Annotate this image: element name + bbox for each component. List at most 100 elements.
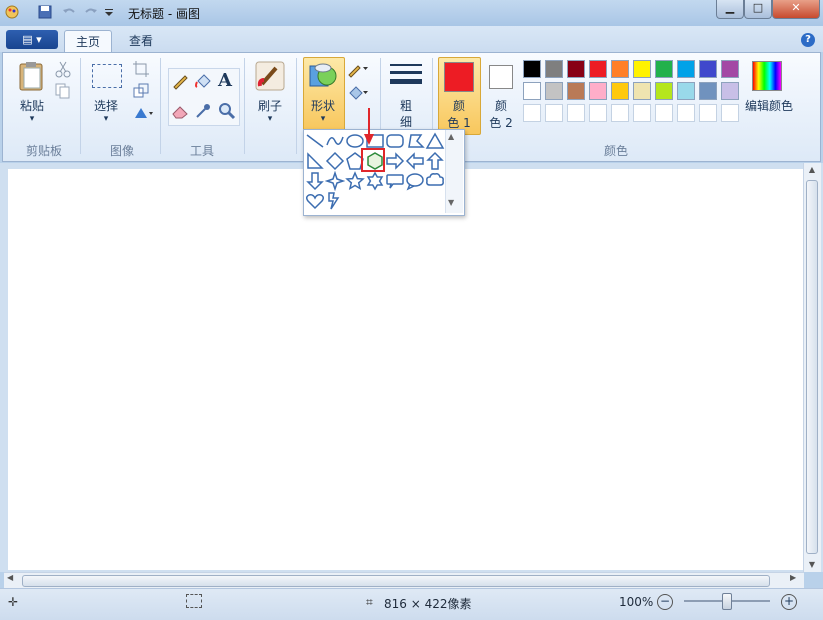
copy-icon[interactable]: [54, 82, 72, 100]
palette-swatch[interactable]: [523, 60, 541, 78]
shape-lightning-icon[interactable]: [325, 191, 345, 211]
palette-swatch[interactable]: [589, 82, 607, 100]
select-dropdown-icon[interactable]: ▾: [100, 114, 112, 124]
shape-down-arrow-icon[interactable]: [305, 171, 325, 191]
select-button[interactable]: 选择: [88, 97, 124, 114]
palette-swatch[interactable]: [567, 82, 585, 100]
shape-heart-icon[interactable]: [305, 191, 325, 211]
brush-icon[interactable]: [254, 60, 286, 92]
shape-up-arrow-icon[interactable]: [425, 151, 445, 171]
palette-swatch[interactable]: [611, 82, 629, 100]
palette-empty-swatch[interactable]: [721, 104, 739, 122]
horizontal-scroll-thumb[interactable]: [22, 575, 770, 587]
palette-swatch[interactable]: [611, 60, 629, 78]
palette-swatch[interactable]: [699, 60, 717, 78]
help-icon[interactable]: ?: [801, 33, 815, 47]
shapes-scroll-up-icon[interactable]: ▲: [448, 132, 454, 141]
shape-oval-callout-icon[interactable]: [405, 171, 425, 191]
eraser-icon[interactable]: [171, 102, 189, 120]
color2-label-line1[interactable]: 颜: [483, 97, 519, 114]
zoom-slider-thumb[interactable]: [722, 593, 732, 610]
zoom-in-button[interactable]: +: [781, 594, 797, 610]
minimize-button[interactable]: ▁: [716, 0, 744, 19]
shape-polygon-icon[interactable]: [405, 131, 425, 151]
fill-icon[interactable]: [194, 72, 212, 90]
shape-right-arrow-icon[interactable]: [385, 151, 405, 171]
scroll-right-icon[interactable]: ▶: [790, 573, 796, 582]
shape-four-point-star-icon[interactable]: [324, 170, 346, 192]
app-menu-button[interactable]: ▤ ▾: [6, 30, 58, 49]
maximize-button[interactable]: □: [744, 0, 772, 19]
scroll-up-icon[interactable]: ▲: [806, 165, 818, 174]
palette-empty-swatch[interactable]: [699, 104, 717, 122]
paint-app-icon[interactable]: [4, 5, 19, 19]
tab-home[interactable]: 主页: [64, 30, 112, 53]
palette-empty-swatch[interactable]: [677, 104, 695, 122]
shapes-scroll-down-icon[interactable]: ▼: [448, 198, 454, 207]
size-label-line2[interactable]: 细: [392, 113, 420, 130]
shape-triangle-icon[interactable]: [425, 131, 445, 151]
palette-empty-swatch[interactable]: [655, 104, 673, 122]
tab-view[interactable]: 查看: [118, 30, 164, 52]
palette-swatch[interactable]: [677, 60, 695, 78]
palette-swatch[interactable]: [633, 60, 651, 78]
shape-rounded-rectangle-icon[interactable]: [385, 131, 405, 151]
save-icon[interactable]: [38, 5, 52, 19]
palette-swatch[interactable]: [721, 60, 739, 78]
palette-swatch[interactable]: [655, 60, 673, 78]
outline-icon[interactable]: [347, 61, 368, 79]
palette-swatch[interactable]: [545, 82, 563, 100]
shape-rounded-callout-icon[interactable]: [385, 171, 405, 191]
fill-style-icon[interactable]: [347, 83, 368, 101]
palette-swatch[interactable]: [633, 82, 651, 100]
rotate-icon[interactable]: [132, 104, 153, 122]
paste-button[interactable]: 粘贴: [14, 97, 50, 114]
shape-cloud-callout-icon[interactable]: [425, 171, 445, 191]
magnifier-icon[interactable]: [218, 102, 236, 120]
palette-swatch[interactable]: [523, 82, 541, 100]
undo-icon[interactable]: [62, 5, 76, 19]
brushes-dropdown-icon[interactable]: ▾: [264, 114, 276, 124]
brushes-button[interactable]: 刷子: [250, 97, 290, 114]
color-picker-icon[interactable]: [194, 102, 212, 120]
palette-swatch[interactable]: [589, 60, 607, 78]
shape-curve-icon[interactable]: [325, 131, 345, 151]
edit-colors-icon[interactable]: [752, 61, 782, 91]
shape-five-point-star-icon[interactable]: [345, 171, 365, 191]
size-label-line1[interactable]: 粗: [392, 97, 420, 114]
palette-swatch[interactable]: [677, 82, 695, 100]
zoom-out-button[interactable]: −: [657, 594, 673, 610]
cut-icon[interactable]: [54, 60, 72, 78]
vertical-scroll-thumb[interactable]: [806, 180, 818, 554]
palette-swatch[interactable]: [655, 82, 673, 100]
crop-icon[interactable]: [132, 60, 150, 78]
color2-label-line2[interactable]: 色 2: [483, 114, 519, 131]
redo-icon[interactable]: [84, 5, 98, 19]
resize-icon[interactable]: [132, 82, 150, 100]
palette-empty-swatch[interactable]: [523, 104, 541, 122]
text-icon[interactable]: A: [218, 70, 236, 91]
palette-empty-swatch[interactable]: [589, 104, 607, 122]
scroll-down-icon[interactable]: ▼: [806, 560, 818, 569]
pencil-icon[interactable]: [171, 72, 189, 90]
palette-empty-swatch[interactable]: [633, 104, 651, 122]
drawing-canvas[interactable]: [8, 169, 804, 570]
palette-swatch[interactable]: [567, 60, 585, 78]
palette-empty-swatch[interactable]: [545, 104, 563, 122]
palette-swatch[interactable]: [699, 82, 717, 100]
quick-access-dropdown-icon[interactable]: [104, 5, 118, 19]
edit-colors-button[interactable]: 编辑颜色: [740, 97, 798, 114]
size-icon[interactable]: [389, 62, 423, 90]
shape-six-point-star-icon[interactable]: [365, 171, 385, 191]
palette-swatch[interactable]: [545, 60, 563, 78]
paste-icon[interactable]: [18, 60, 46, 92]
scroll-left-icon[interactable]: ◀: [7, 573, 13, 582]
shape-diamond-icon[interactable]: [325, 151, 345, 171]
shape-right-triangle-icon[interactable]: [305, 151, 325, 171]
paste-dropdown-icon[interactable]: ▾: [26, 114, 38, 124]
palette-empty-swatch[interactable]: [567, 104, 585, 122]
palette-swatch[interactable]: [721, 82, 739, 100]
color2-swatch[interactable]: [489, 65, 513, 89]
close-button[interactable]: ✕: [772, 0, 820, 19]
shape-line-icon[interactable]: [305, 131, 325, 151]
